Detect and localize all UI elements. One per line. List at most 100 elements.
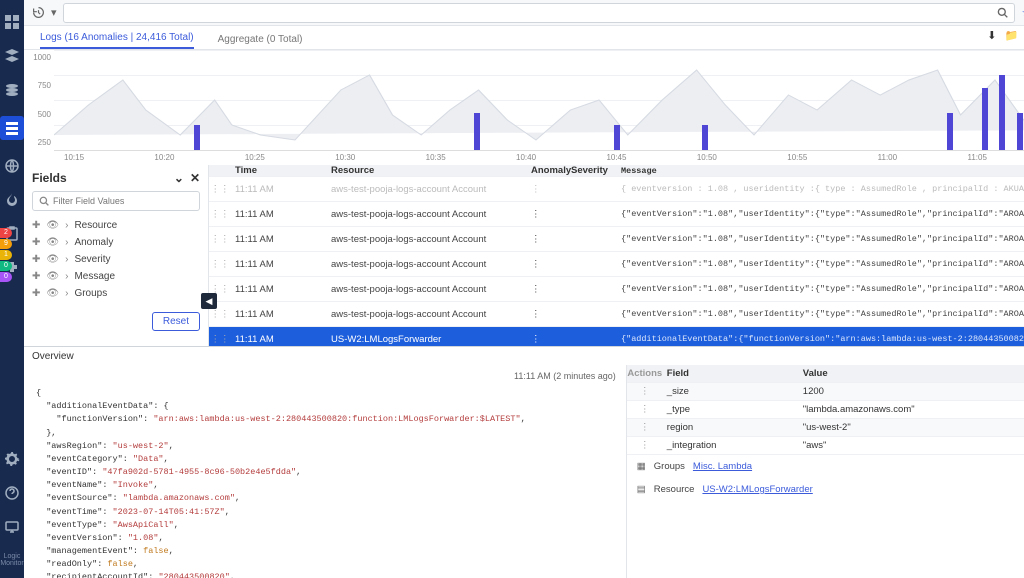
cell-anomaly[interactable]: ⋮ (531, 259, 571, 270)
kv-row: ⋮_size1200 (627, 383, 1024, 401)
overview-label: Overview (32, 351, 74, 362)
eye-icon[interactable]: 👁 (46, 220, 59, 231)
drag-handle-icon[interactable]: ⋮⋮ (209, 334, 231, 345)
cell-message: { eventversion : 1.08 , useridentity :{ … (621, 184, 1024, 194)
cell-resource: aws-test-pooja-logs-account Account (331, 234, 531, 245)
drag-handle-icon[interactable]: ⋮⋮ (209, 234, 231, 245)
fields-filter-input[interactable] (53, 196, 193, 206)
search-icon[interactable] (997, 7, 1008, 18)
detail-json[interactable]: { "additionalEventData": { "functionVers… (24, 387, 626, 578)
resource-link[interactable]: US-W2:LMLogsForwarder (702, 484, 812, 495)
tab-logs[interactable]: Logs (16 Anomalies | 24,416 Total) (40, 32, 194, 49)
chevron-down-icon[interactable]: ⌄ (174, 171, 184, 185)
dashboard-icon[interactable] (4, 14, 20, 30)
gear-icon[interactable] (4, 451, 20, 467)
table-row[interactable]: ⋮⋮11:11 AMaws-test-pooja-logs-account Ac… (209, 252, 1024, 277)
cell-message: {"eventVersion":"1.08","userIdentity":{"… (621, 209, 1024, 219)
table-header: Time Resource Anomaly Severity Message G… (209, 165, 1024, 177)
chevron-down-icon[interactable]: ▾ (51, 6, 57, 19)
caret-right-icon[interactable]: › (65, 271, 68, 282)
field-row[interactable]: ✚👁›Severity (24, 251, 208, 268)
tab-aggregate[interactable]: Aggregate (0 Total) (218, 34, 303, 49)
cell-message: {"eventVersion":"1.08","userIdentity":{"… (621, 259, 1024, 269)
table-row[interactable]: ⋮⋮11:11 AMaws-test-pooja-logs-account Ac… (209, 277, 1024, 302)
table-row[interactable]: ⋮⋮11:11 AMaws-test-pooja-logs-account Ac… (209, 177, 1024, 202)
table-row[interactable]: ⋮⋮11:11 AMUS-W2:LMLogsForwarder⋮{"additi… (209, 327, 1024, 346)
history-icon[interactable] (32, 6, 45, 19)
plus-icon[interactable]: ✚ (32, 288, 40, 299)
groups-link[interactable]: Misc. Lambda (693, 461, 752, 472)
globe-icon[interactable] (4, 158, 20, 174)
reset-button[interactable]: Reset (152, 312, 200, 331)
cell-message: {"eventVersion":"1.08","userIdentity":{"… (621, 284, 1024, 294)
row-actions-icon[interactable]: ⋮ (627, 404, 663, 415)
drag-handle-icon[interactable]: ⋮⋮ (209, 184, 231, 195)
detail-panel: Overview ⌄ ⌃ ✕ 11:11 AM (2 minutes ago) … (24, 346, 1024, 578)
field-row[interactable]: ✚👁›Message (24, 268, 208, 285)
field-row[interactable]: ✚ 👁 › Groups (24, 285, 208, 302)
row-actions-icon[interactable]: ⋮ (627, 422, 663, 433)
cell-time: 11:11 AM (231, 284, 331, 295)
search-bar: ▾ ☆▾ ✦ Last hour▾ (24, 0, 1024, 26)
flame-icon[interactable] (4, 192, 20, 208)
table-row[interactable]: ⋮⋮11:11 AMaws-test-pooja-logs-account Ac… (209, 227, 1024, 252)
field-label: Resource (74, 220, 117, 231)
cell-resource: aws-test-pooja-logs-account Account (331, 259, 531, 270)
help-icon[interactable] (4, 485, 20, 501)
cell-resource: aws-test-pooja-logs-account Account (331, 184, 531, 195)
row-actions-icon[interactable]: ⋮ (627, 440, 663, 451)
search-input-wrap (63, 3, 1016, 23)
logs-icon[interactable] (0, 116, 24, 140)
caret-right-icon[interactable]: › (65, 288, 68, 299)
caret-right-icon[interactable]: › (65, 237, 68, 248)
row-actions-icon[interactable]: ⋮ (627, 386, 663, 397)
badge-critical[interactable]: 2 (0, 228, 12, 238)
plus-icon[interactable]: ✚ (32, 254, 40, 265)
cell-anomaly[interactable]: ⋮ (531, 184, 571, 195)
kv-row: ⋮_integration"aws" (627, 437, 1024, 455)
cell-time: 11:11 AM (231, 234, 331, 245)
caret-right-icon[interactable]: › (65, 220, 68, 231)
close-icon[interactable]: ✕ (190, 171, 200, 185)
table-row[interactable]: ⋮⋮11:11 AMaws-test-pooja-logs-account Ac… (209, 302, 1024, 327)
caret-right-icon[interactable]: › (65, 254, 68, 265)
layers-icon[interactable] (4, 48, 20, 64)
eye-icon[interactable]: 👁 (46, 271, 59, 282)
drag-handle-icon[interactable]: ⋮⋮ (209, 309, 231, 320)
plus-icon[interactable]: ✚ (32, 220, 40, 231)
plus-icon[interactable]: ✚ (32, 271, 40, 282)
monitor-icon[interactable] (4, 519, 20, 535)
cell-anomaly[interactable]: ⋮ (531, 309, 571, 320)
cell-time: 11:11 AM (231, 309, 331, 320)
drag-handle-icon[interactable]: ⋮⋮ (209, 209, 231, 220)
cell-message: {"eventVersion":"1.08","userIdentity":{"… (621, 234, 1024, 244)
plus-icon[interactable]: ✚ (32, 237, 40, 248)
eye-icon[interactable]: 👁 (46, 288, 59, 299)
cell-anomaly[interactable]: ⋮ (531, 209, 571, 220)
search-input[interactable] (70, 4, 998, 22)
kv-field: _integration (663, 440, 803, 451)
field-row[interactable]: ✚ 👁 › Resource (24, 217, 208, 234)
cell-time: 11:11 AM (231, 259, 331, 270)
cell-anomaly[interactable]: ⋮ (531, 334, 571, 345)
collapse-fields-icon[interactable]: ◀ (201, 293, 217, 309)
badge-ok[interactable]: 0 (0, 261, 12, 271)
cell-anomaly[interactable]: ⋮ (531, 284, 571, 295)
badge-warn[interactable]: 1 (0, 250, 12, 260)
folder-icon[interactable]: 📁 (1004, 29, 1018, 42)
drag-handle-icon[interactable]: ⋮⋮ (209, 259, 231, 270)
cell-resource: aws-test-pooja-logs-account Account (331, 284, 531, 295)
badge-info[interactable]: 0 (0, 272, 12, 282)
field-row[interactable]: ✚👁›Anomaly (24, 234, 208, 251)
kv-value: "aws" (803, 440, 1024, 451)
chart-body[interactable] (54, 50, 1024, 151)
eye-icon[interactable]: 👁 (46, 254, 59, 265)
eye-icon[interactable]: 👁 (46, 237, 59, 248)
field-label: Groups (74, 288, 107, 299)
download-icon[interactable]: ⬇ (987, 29, 996, 42)
badge-error[interactable]: 9 (0, 239, 12, 249)
table-row[interactable]: ⋮⋮11:11 AMaws-test-pooja-logs-account Ac… (209, 202, 1024, 227)
stack-icon[interactable] (4, 82, 20, 98)
cell-anomaly[interactable]: ⋮ (531, 234, 571, 245)
fields-panel: Fields ⌄ ✕ ✚👁›Resource✚👁›Anomaly✚👁›Sever… (24, 165, 209, 346)
